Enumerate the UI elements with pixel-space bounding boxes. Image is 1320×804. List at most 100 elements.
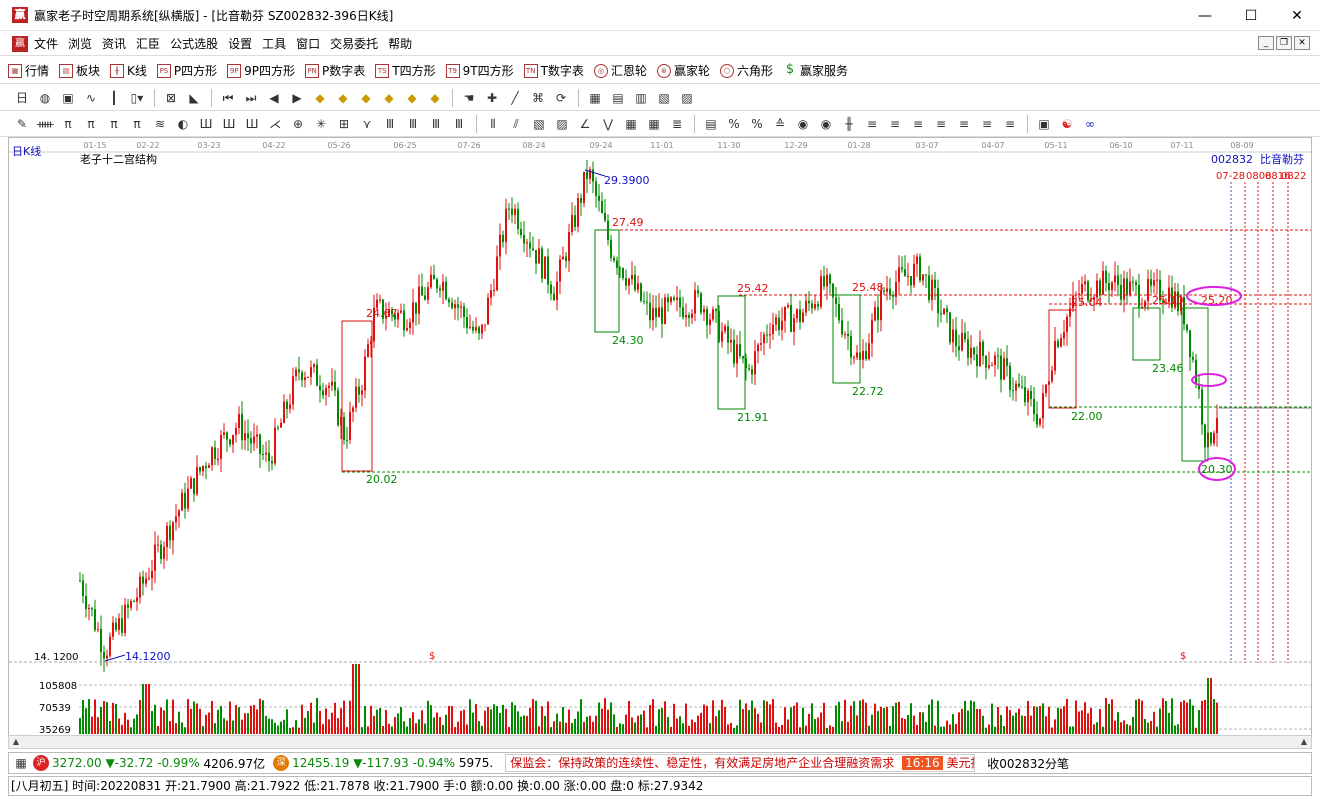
toolbar-p-number-table[interactable]: PN P数字表 (305, 62, 365, 79)
web-icon[interactable]: ✳ (313, 116, 329, 132)
box-2-icon[interactable]: ▨ (554, 116, 570, 132)
cycle-icon[interactable]: ◐ (175, 116, 191, 132)
next-icon[interactable]: ▶ (289, 90, 305, 106)
fib-2-icon[interactable]: ≡ (887, 116, 903, 132)
box-icon[interactable]: ▧ (531, 116, 547, 132)
flag-icon[interactable]: ◣ (186, 90, 202, 106)
diamond-3-icon[interactable]: ◆ (358, 90, 374, 106)
angle-icon[interactable]: ∠ (577, 116, 593, 132)
fork-icon[interactable]: ᚔ (37, 116, 53, 132)
pen-icon[interactable]: ✎ (14, 116, 30, 132)
ladder-3-icon[interactable]: Ш (244, 116, 260, 132)
comb-3-icon[interactable]: π (106, 116, 122, 132)
sh-index[interactable]: 沪 3272.00 ▼-32.72 -0.99% 4206.97亿 (33, 755, 265, 772)
ladder-2-icon[interactable]: Ш (221, 116, 237, 132)
coin-icon[interactable]: ◉ (795, 116, 811, 132)
menu-window[interactable]: 窗口 (296, 35, 320, 52)
spiral-icon[interactable]: ◍ (37, 90, 53, 106)
toolbar-t-square[interactable]: TS T四方形 (375, 62, 436, 79)
toolbar-p-square[interactable]: PS P四方形 (156, 62, 217, 79)
toolbar-hexagon[interactable]: ⬡ 六角形 (719, 62, 773, 79)
menu-formula[interactable]: 公式选股 (170, 35, 218, 52)
tick-data-link[interactable]: 收002832分笔 (987, 755, 1069, 772)
export-icon[interactable]: ▨ (679, 90, 695, 106)
toolbar-service[interactable]: $ 赢家服务 (782, 62, 848, 79)
infinity-icon[interactable]: ∞ (1082, 116, 1098, 132)
menu-help[interactable]: 帮助 (388, 35, 412, 52)
target-icon[interactable]: ⊕ (290, 116, 306, 132)
calculator-icon[interactable]: ▤ (610, 90, 626, 106)
document-icon[interactable]: ▣ (60, 90, 76, 106)
toolbar-9t-square[interactable]: T9 9T四方形 (445, 62, 514, 79)
fan-icon[interactable]: ⋌ (267, 116, 283, 132)
ladder-icon[interactable]: Ш (198, 116, 214, 132)
toolbar-sectors[interactable]: ▤ 板块 (59, 62, 100, 79)
mdi-restore-button[interactable]: ❐ (1276, 36, 1292, 50)
menu-trade[interactable]: 交易委托 (330, 35, 378, 52)
diamond-2-icon[interactable]: ◆ (335, 90, 351, 106)
scroll-left-icon[interactable]: ▲ (9, 736, 23, 748)
diamond-5-icon[interactable]: ◆ (404, 90, 420, 106)
window-icon[interactable]: ▣ (1036, 116, 1052, 132)
comb-icon[interactable]: π (60, 116, 76, 132)
line-draw-icon[interactable]: ╱ (507, 90, 523, 106)
toolbar-t-number-table[interactable]: TN T数字表 (523, 62, 584, 79)
kline-chart[interactable]: 01-15 02-22 03-23 04-22 05-26 06-25 07-26 08-24… (9, 138, 1311, 734)
wave-2-icon[interactable]: ≋ (152, 116, 168, 132)
calendar-icon[interactable]: ▦ (587, 90, 603, 106)
horizontal-scrollbar[interactable]: ▲ ▲ (8, 735, 1312, 749)
percent-icon[interactable]: % (749, 116, 765, 132)
wave-icon[interactable]: ∿ (83, 90, 99, 106)
grid-4-icon[interactable]: ▦ (646, 116, 662, 132)
table-icon[interactable]: ▤ (703, 116, 719, 132)
ratio-icon[interactable]: ≙ (772, 116, 788, 132)
toolbar-huien-wheel[interactable]: ◎ 汇恩轮 (593, 62, 647, 79)
toolbar-quotes[interactable]: ▦ 行情 (8, 62, 49, 79)
candle-type-icon[interactable]: ▯▾ (129, 90, 145, 106)
print-icon[interactable]: ▧ (656, 90, 672, 106)
kline-chart-panel[interactable]: 01-15 02-22 03-23 04-22 05-26 06-25 07-26 08-24… (8, 137, 1312, 749)
maximize-button[interactable]: ☐ (1228, 0, 1274, 31)
scroll-right-icon[interactable]: ▲ (1297, 736, 1311, 748)
prev-icon[interactable]: ◀ (266, 90, 282, 106)
bars-5-icon[interactable]: Ⅲ (451, 116, 467, 132)
stamp-icon[interactable]: ⌘ (530, 90, 546, 106)
comb-4-icon[interactable]: π (129, 116, 145, 132)
coin-2-icon[interactable]: ◉ (818, 116, 834, 132)
last-icon[interactable]: ⏭ (243, 90, 259, 106)
toolbar-winner-wheel[interactable]: ⊛ 赢家轮 (656, 62, 710, 79)
grid-2-icon[interactable]: ⊞ (336, 116, 352, 132)
menu-settings[interactable]: 设置 (228, 35, 252, 52)
fib-7-icon[interactable]: ≡ (1002, 116, 1018, 132)
bars-icon[interactable]: ┃ (106, 90, 122, 106)
fib-6-icon[interactable]: ≡ (979, 116, 995, 132)
sz-index[interactable]: 深 12455.19 ▼-117.93 -0.94% 5975. (273, 755, 493, 771)
channel-2-icon[interactable]: ⫽ (508, 116, 524, 132)
trend-icon[interactable]: ⋎ (359, 116, 375, 132)
channel-icon[interactable]: ⫴ (485, 116, 501, 132)
diamond-icon[interactable]: ◆ (312, 90, 328, 106)
refresh-icon[interactable]: ⟳ (553, 90, 569, 106)
first-icon[interactable]: ⏮ (220, 90, 236, 106)
candle-tool-icon[interactable]: ╫ (841, 116, 857, 132)
gann-icon[interactable]: ⊠ (163, 90, 179, 106)
bars-3-icon[interactable]: Ⅲ (405, 116, 421, 132)
fib-3-icon[interactable]: ≡ (910, 116, 926, 132)
menu-browse[interactable]: 浏览 (68, 35, 92, 52)
save-icon[interactable]: ▥ (633, 90, 649, 106)
menu-tools[interactable]: 工具 (262, 35, 286, 52)
mdi-close-button[interactable]: ✕ (1294, 36, 1310, 50)
percent-box-icon[interactable]: % (726, 116, 742, 132)
period-select-icon[interactable]: 日▾ (14, 90, 30, 121)
hand-icon[interactable]: ☚ (461, 90, 477, 106)
menu-huichen[interactable]: 汇臣 (136, 35, 160, 52)
bars-2-icon[interactable]: Ⅲ (382, 116, 398, 132)
minimize-button[interactable]: — (1182, 0, 1228, 31)
diamond-4-icon[interactable]: ◆ (381, 90, 397, 106)
mdi-minimize-button[interactable]: _ (1258, 36, 1274, 50)
bars-4-icon[interactable]: Ⅲ (428, 116, 444, 132)
fib-icon[interactable]: ≡ (864, 116, 880, 132)
keyboard-icon[interactable]: ▦ (13, 755, 29, 771)
toolbar-9p-square[interactable]: 9P 9P四方形 (227, 62, 295, 79)
yin-yang-icon[interactable]: ☯ (1059, 116, 1075, 132)
